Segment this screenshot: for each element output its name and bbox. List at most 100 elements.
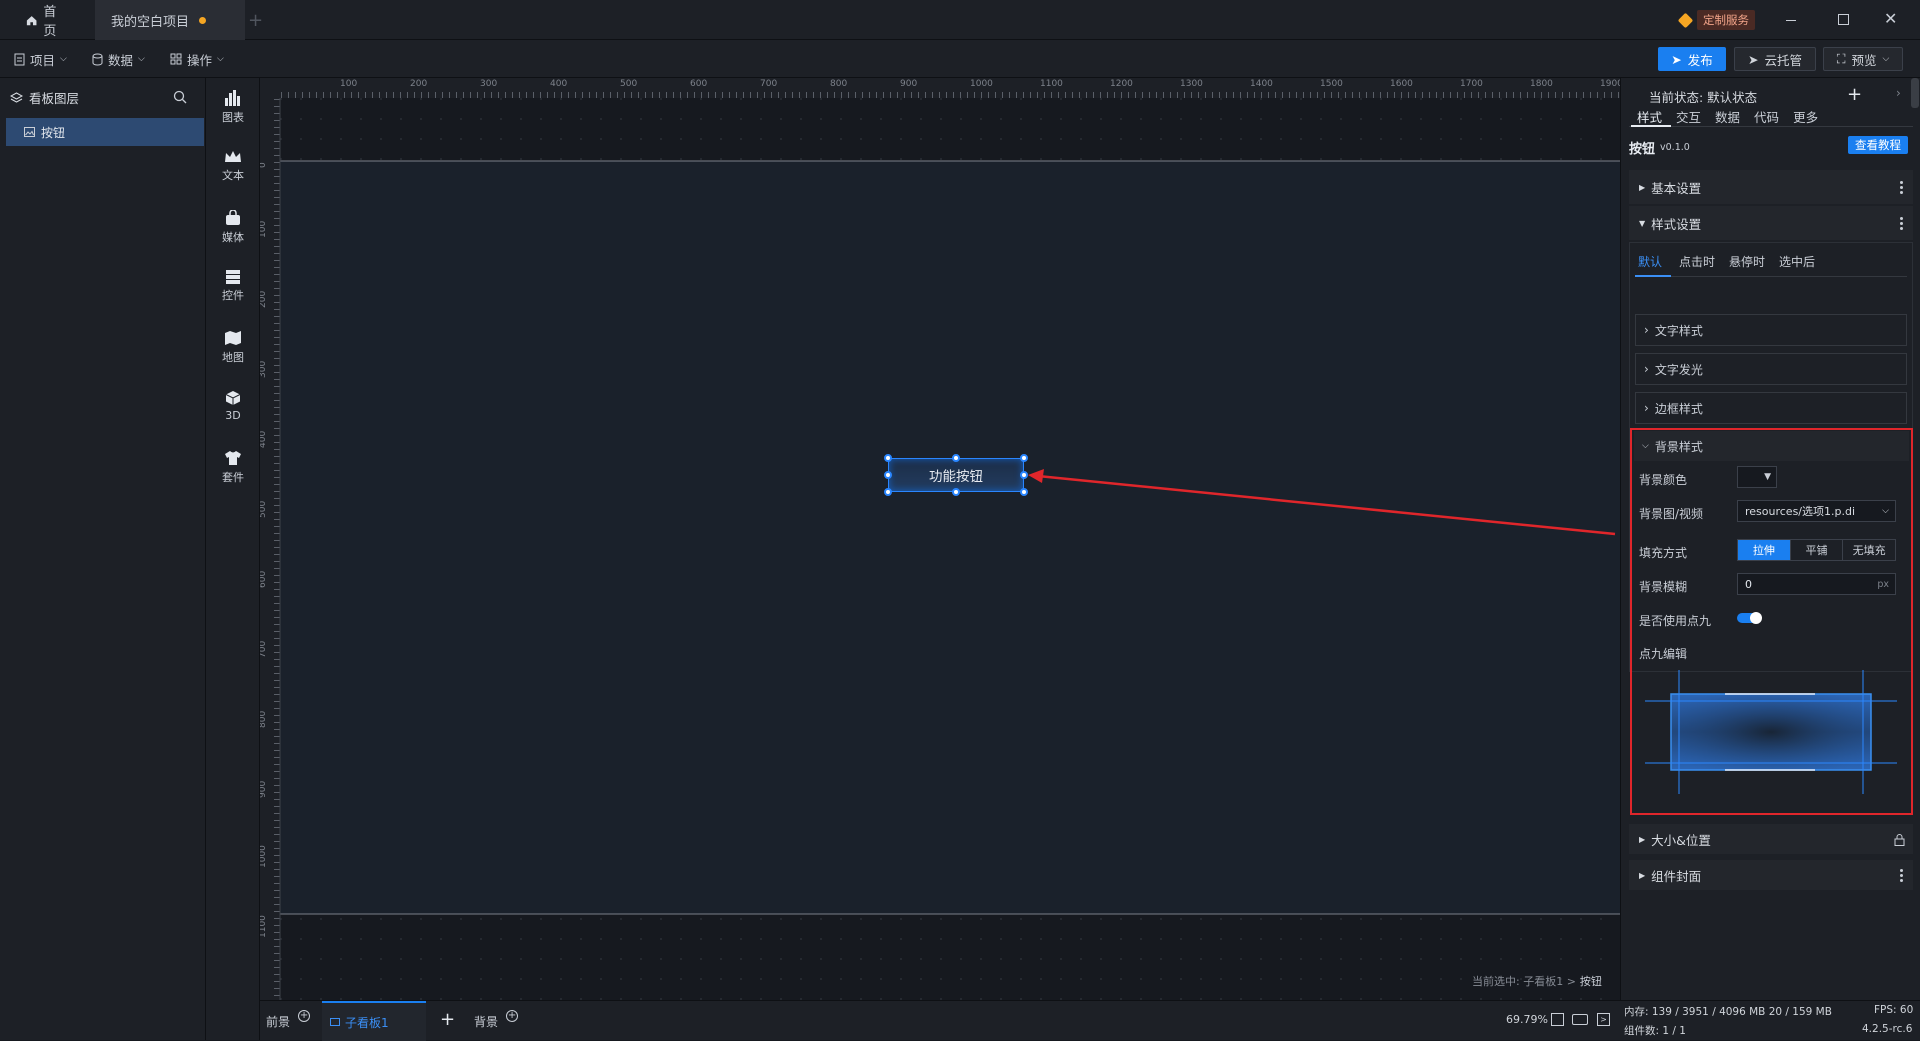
- annotation-arrow: [1028, 469, 1616, 536]
- state-tab-click[interactable]: 点击时: [1679, 253, 1715, 270]
- state-tab-hover[interactable]: 悬停时: [1729, 253, 1765, 270]
- chevron-down-icon: ⌵: [138, 54, 145, 64]
- subsec-text-glow[interactable]: › 文字发光: [1635, 353, 1907, 385]
- more-vertical-icon[interactable]: [1900, 216, 1903, 230]
- tab-sub-board[interactable]: 子看板1: [322, 1001, 426, 1041]
- properties-panel: 当前状态: 默认状态 + › 样式 交互 数据 代码 更多 按钮 v0.1.0 …: [1620, 78, 1920, 1000]
- menu-ops[interactable]: 操作 ⌵: [160, 40, 234, 78]
- section-style[interactable]: ▼ 样式设置: [1629, 206, 1913, 240]
- tab-background[interactable]: 背景 +: [474, 1001, 519, 1041]
- bg-color-picker[interactable]: ▼: [1737, 466, 1777, 488]
- add-circle-icon[interactable]: +: [298, 1010, 311, 1022]
- keyboard-icon[interactable]: [1572, 1014, 1588, 1025]
- zoom-level[interactable]: 69.79%: [1506, 1013, 1548, 1026]
- state-tab-selected[interactable]: 选中后: [1779, 253, 1815, 270]
- blur-value: 0: [1745, 577, 1752, 591]
- search-icon[interactable]: [173, 90, 187, 104]
- more-vertical-icon[interactable]: [1900, 180, 1903, 194]
- subsec-bg-style[interactable]: ⌵ 背景样式: [1634, 431, 1909, 461]
- nine-patch-toggle[interactable]: [1737, 612, 1762, 624]
- add-state-icon[interactable]: +: [1847, 84, 1862, 105]
- image-icon: [24, 127, 35, 137]
- component-name: 按钮: [1629, 141, 1656, 157]
- tool-3d[interactable]: 3D: [206, 390, 260, 422]
- version-label: 4.2.5-rc.6: [1862, 1023, 1913, 1035]
- chevron-down-icon: ⌵: [60, 54, 67, 64]
- chevron-right-icon[interactable]: ›: [1896, 86, 1901, 100]
- lock-icon[interactable]: [1894, 833, 1905, 846]
- cube-icon: [225, 391, 241, 405]
- console-icon[interactable]: >: [1597, 1013, 1610, 1026]
- restore-icon[interactable]: [1838, 14, 1849, 25]
- nine-patch-edit-label: 点九编辑: [1639, 647, 1688, 661]
- fill-mode-group: 拉伸 平铺 无填充: [1737, 539, 1896, 561]
- tab-home-label: 首页: [43, 5, 57, 39]
- blur-input[interactable]: 0 px: [1737, 573, 1896, 595]
- tab-data[interactable]: 数据: [1715, 107, 1740, 126]
- menu-project-label: 项目: [30, 52, 56, 68]
- database-icon: [92, 53, 103, 65]
- state-tab-default[interactable]: 默认: [1635, 253, 1665, 270]
- tab-code[interactable]: 代码: [1754, 107, 1779, 126]
- cloud-host-label: 云托管: [1764, 52, 1802, 68]
- tutorial-button[interactable]: 查看教程: [1848, 136, 1908, 154]
- tab-more[interactable]: 更多: [1793, 107, 1818, 126]
- nine-patch-label: 是否使用点九: [1639, 614, 1712, 628]
- section-cover[interactable]: ▶ 组件封面: [1629, 860, 1913, 890]
- custom-service[interactable]: 定制服务: [1677, 10, 1755, 30]
- section-basic[interactable]: ▶ 基本设置: [1629, 170, 1913, 204]
- tool-media[interactable]: 媒体: [206, 210, 260, 245]
- tool-text[interactable]: 文本: [206, 150, 260, 183]
- close-icon[interactable]: ✕: [1884, 9, 1897, 28]
- layers-header: 看板图层: [10, 88, 79, 107]
- chevron-right-icon: ›: [1644, 401, 1649, 415]
- subsec-text-glow-label: 文字发光: [1654, 362, 1703, 377]
- more-vertical-icon[interactable]: [1900, 868, 1903, 882]
- tab-foreground[interactable]: 前景 +: [266, 1001, 311, 1041]
- menu-data[interactable]: 数据 ⌵: [82, 40, 155, 78]
- minimize-icon[interactable]: [1786, 20, 1796, 21]
- state-tab-indicator: [1635, 275, 1671, 277]
- document-icon: [14, 53, 25, 65]
- section-size-position[interactable]: ▶ 大小&位置: [1629, 824, 1913, 854]
- fill-none-button[interactable]: 无填充: [1842, 540, 1895, 560]
- layer-item-button[interactable]: 按钮: [6, 118, 204, 146]
- memory-status: 内存: 139 / 3951 / 4096 MB 20 / 159 MB: [1624, 1006, 1832, 1018]
- tool-map[interactable]: 地图: [206, 330, 260, 365]
- status-bar: 内存: 139 / 3951 / 4096 MB 20 / 159 MB FPS…: [1620, 1000, 1920, 1040]
- chevron-down-icon: ⌵: [1882, 54, 1890, 64]
- canvas-area[interactable]: 100 200 300 400 500 600 700 800 900 1000 1100 1200 1…: [260, 78, 1620, 1000]
- monitor-icon: [330, 1018, 340, 1026]
- tab-background-label: 背景: [474, 1014, 499, 1029]
- new-tab-icon[interactable]: +: [248, 10, 263, 31]
- add-board-icon[interactable]: +: [440, 1009, 455, 1030]
- tab-style[interactable]: 样式: [1637, 107, 1662, 126]
- tool-kit[interactable]: 套件: [206, 450, 260, 485]
- tool-chart[interactable]: 图表: [206, 90, 260, 125]
- fill-stretch-button[interactable]: 拉伸: [1738, 540, 1790, 560]
- add-circle-icon[interactable]: +: [506, 1010, 519, 1022]
- fit-screen-icon[interactable]: [1551, 1013, 1564, 1026]
- layers-icon: [10, 91, 23, 103]
- cloud-host-button[interactable]: ➤ 云托管: [1734, 47, 1816, 71]
- publish-button[interactable]: ➤ 发布: [1658, 47, 1726, 71]
- map-icon: [225, 331, 241, 345]
- menu-project[interactable]: 项目 ⌵: [4, 40, 77, 78]
- nine-patch-editor[interactable]: [1645, 670, 1897, 800]
- chevron-down-icon: ⌵: [1642, 441, 1649, 451]
- tool-widget-label: 控件: [222, 289, 244, 302]
- tab-home[interactable]: 首页: [10, 0, 82, 40]
- tab-interaction[interactable]: 交互: [1676, 107, 1701, 126]
- bg-image-select[interactable]: resources/选项1.p.di ⌵: [1737, 500, 1896, 522]
- preview-button[interactable]: ⛶ 预览 ⌵: [1823, 47, 1903, 71]
- fill-tile-button[interactable]: 平铺: [1789, 540, 1843, 560]
- menu-ops-label: 操作: [187, 52, 213, 68]
- subsec-text-style[interactable]: › 文字样式: [1635, 314, 1907, 346]
- custom-service-label: 定制服务: [1697, 10, 1755, 30]
- shirt-icon: [225, 451, 241, 465]
- unsaved-dot-icon: [199, 16, 207, 24]
- tool-widget[interactable]: 控件: [206, 270, 260, 303]
- subsec-border-style[interactable]: › 边框样式: [1635, 392, 1907, 424]
- panel-scrollbar[interactable]: [1911, 78, 1919, 108]
- tab-project[interactable]: 我的空白项目: [95, 0, 245, 40]
